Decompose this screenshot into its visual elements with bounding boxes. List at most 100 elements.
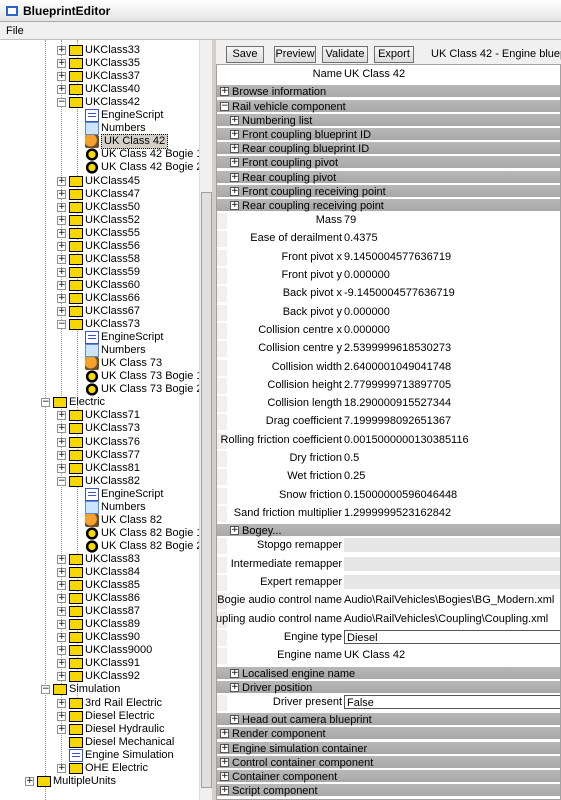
expand-icon[interactable]: +: [57, 554, 66, 564]
expand-icon[interactable]: +: [57, 568, 66, 577]
expand-icon[interactable]: +: [57, 463, 66, 473]
expand-icon[interactable]: +: [230, 158, 239, 168]
expand-icon[interactable]: +: [57, 228, 66, 238]
tree-item[interactable]: + UKClass66: [0, 292, 200, 305]
tree-item[interactable]: − UKClass82: [0, 475, 200, 488]
property-value[interactable]: 18.290000915527344: [344, 396, 560, 410]
property-empty-value[interactable]: [344, 575, 560, 589]
expand-icon[interactable]: +: [57, 254, 66, 264]
property-value[interactable]: 7.1999998092651367: [344, 414, 560, 428]
property-section[interactable]: + Browse information: [217, 85, 560, 99]
collapse-icon[interactable]: −: [41, 685, 50, 695]
expand-icon[interactable]: +: [25, 776, 34, 786]
property-value[interactable]: Audio\RailVehicles\Coupling\Coupling.xml: [344, 612, 560, 626]
expand-icon[interactable]: +: [57, 633, 66, 643]
tree-item[interactable]: + OHE Electric: [0, 762, 200, 775]
property-section[interactable]: + Head out camera blueprint: [217, 713, 560, 727]
property-section[interactable]: + Localised engine name: [217, 666, 560, 680]
property-section[interactable]: + Front coupling receiving point: [217, 184, 560, 198]
tree-item[interactable]: UK Class 82: [0, 513, 200, 527]
preview-button[interactable]: Preview: [274, 46, 316, 63]
tree-item[interactable]: + UKClass89: [0, 618, 200, 631]
tree-item[interactable]: + UKClass56: [0, 240, 200, 253]
expand-icon[interactable]: +: [230, 144, 239, 154]
collapse-icon[interactable]: −: [57, 320, 66, 330]
tree-item[interactable]: + UKClass71: [0, 409, 200, 422]
collapse-icon[interactable]: −: [220, 101, 229, 111]
tree-item[interactable]: UK Class 73: [0, 357, 200, 371]
tree-item[interactable]: + UKClass90: [0, 631, 200, 644]
expand-icon[interactable]: +: [57, 280, 66, 290]
expand-icon[interactable]: +: [57, 411, 66, 421]
expand-icon[interactable]: +: [57, 176, 66, 186]
tree-item[interactable]: + UKClass52: [0, 214, 200, 227]
expand-icon[interactable]: +: [230, 115, 239, 125]
tree-item[interactable]: + UKClass83: [0, 553, 200, 566]
expand-icon[interactable]: +: [220, 772, 229, 781]
property-section[interactable]: + Rear coupling blueprint ID: [217, 142, 560, 156]
expand-icon[interactable]: +: [57, 189, 66, 199]
tree-item[interactable]: + UKClass59: [0, 266, 200, 279]
tree-item[interactable]: + UKClass35: [0, 57, 200, 70]
expand-icon[interactable]: +: [57, 581, 66, 591]
tree-item[interactable]: + UKClass37: [0, 70, 200, 83]
expand-icon[interactable]: +: [57, 72, 66, 82]
property-dropdown[interactable]: False: [344, 694, 560, 709]
property-section[interactable]: + Bogey...: [217, 524, 560, 538]
expand-icon[interactable]: +: [57, 646, 66, 656]
tree-item[interactable]: + Diesel Electric: [0, 710, 200, 723]
property-value[interactable]: 0.0015000000130385116: [344, 433, 560, 447]
property-value[interactable]: 0.000000: [344, 323, 560, 337]
property-section[interactable]: + Container component: [217, 770, 560, 783]
validate-button[interactable]: Validate: [322, 46, 368, 63]
property-value[interactable]: 0.000000: [344, 268, 560, 282]
property-value[interactable]: 2.6400001049041748: [344, 360, 560, 374]
export-button[interactable]: Export: [374, 46, 414, 63]
expand-icon[interactable]: +: [220, 757, 229, 767]
tree-item[interactable]: + Diesel Hydraulic: [0, 723, 200, 736]
expand-icon[interactable]: +: [57, 85, 66, 95]
expand-icon[interactable]: +: [230, 526, 239, 536]
expand-icon[interactable]: +: [57, 594, 66, 604]
tree-item[interactable]: UK Class 42 Bogie 1: [0, 148, 203, 162]
tree-item[interactable]: − UKClass42: [0, 96, 200, 109]
tree-item[interactable]: +3rd Rail Electric: [0, 697, 200, 710]
tree-scrollbar-thumb[interactable]: [201, 192, 212, 788]
expand-icon[interactable]: +: [57, 711, 66, 721]
property-value[interactable]: UK Class 42: [344, 648, 560, 662]
save-button[interactable]: Save: [226, 46, 264, 63]
tree-item[interactable]: + UKClass60: [0, 279, 200, 292]
expand-icon[interactable]: +: [57, 724, 66, 734]
property-value[interactable]: 0.5: [344, 451, 560, 465]
expand-icon[interactable]: +: [57, 267, 66, 277]
tree-item[interactable]: + UKClass81: [0, 462, 200, 475]
expand-icon[interactable]: +: [57, 763, 66, 773]
expand-icon[interactable]: +: [57, 672, 66, 682]
tree-item[interactable]: − Electric: [0, 396, 200, 409]
expand-icon[interactable]: +: [230, 186, 239, 196]
tree-item[interactable]: + UKClass45: [0, 175, 200, 188]
expand-icon[interactable]: +: [57, 293, 66, 303]
expand-icon[interactable]: +: [57, 46, 66, 55]
property-section[interactable]: + Front coupling blueprint ID: [217, 127, 560, 141]
property-grid[interactable]: Name UK Class 42 + Browse information − Rail …: [216, 64, 561, 800]
tree-item[interactable]: + UKClass85: [0, 579, 200, 592]
property-section[interactable]: + Engine simulation container: [217, 741, 560, 755]
tree-item[interactable]: UK Class 73 Bogie 1: [0, 370, 203, 384]
property-dropdown[interactable]: Diesel: [344, 629, 560, 644]
expand-icon[interactable]: +: [230, 715, 239, 725]
property-section[interactable]: − Rail vehicle component: [217, 99, 560, 113]
blueprint-tree[interactable]: + UKClass33 + UKClass35 + UKClass37 + UKClass40…: [0, 40, 212, 800]
expand-icon[interactable]: +: [230, 668, 239, 678]
property-value[interactable]: 0.25: [344, 469, 560, 483]
collapse-icon[interactable]: −: [41, 398, 50, 408]
tree-item[interactable]: + UKClass73: [0, 422, 200, 435]
tree-item[interactable]: Numbers: [0, 344, 200, 358]
menu-file[interactable]: File: [0, 25, 30, 37]
property-value[interactable]: 2.5399999618530273: [344, 341, 560, 355]
tree-item[interactable]: EngineScript: [0, 487, 200, 501]
tree-item[interactable]: UK Class 82 Bogie 2: [0, 539, 203, 553]
expand-icon[interactable]: +: [220, 786, 229, 796]
property-value[interactable]: 0.15000000596046448: [344, 488, 560, 502]
property-empty-value[interactable]: [344, 556, 560, 571]
